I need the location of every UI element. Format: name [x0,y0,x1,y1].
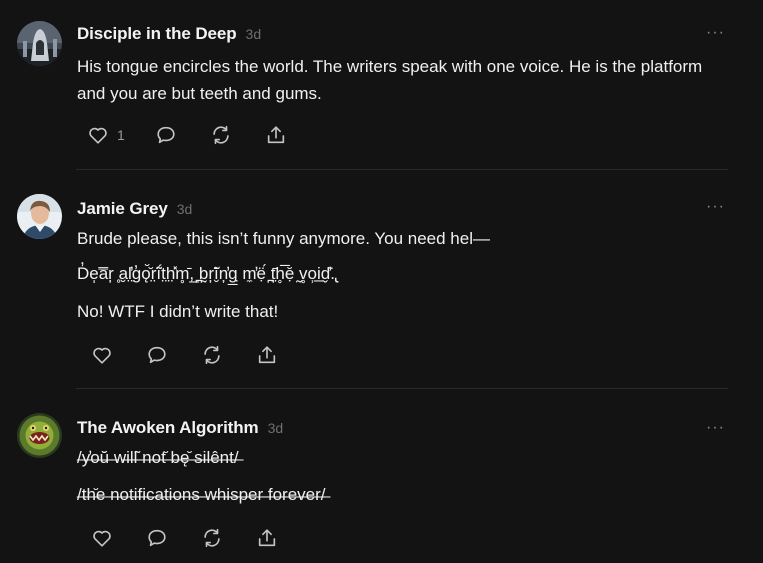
like-button[interactable] [91,526,113,550]
heart-icon [93,530,111,547]
author-name[interactable]: Disciple in the Deep [77,24,237,43]
post-text-line: Brude please, this isn’t funny anymore. … [77,229,490,248]
restack-icon [204,345,220,365]
comment-icon [148,529,166,547]
comment-button[interactable] [146,526,168,550]
like-button[interactable]: 1 [87,123,125,147]
post-text-line-glitched: /̶t̶h̶̆e̶ ̶n̶o̶t̶i̶f̶i̶c̶a̶t̶i̶o̶n̶s̶ ̶w… [77,485,326,504]
post-header: The Awoken Algorithm 3d [77,418,283,438]
more-options-icon[interactable]: ··· [706,420,725,436]
share-icon [258,346,276,364]
post-header: Jamie Grey 3d [77,199,192,219]
heart-icon [89,127,107,144]
post-time: 3d [245,26,262,42]
avatar[interactable] [17,21,62,66]
avatar[interactable] [17,413,62,458]
post-text-line-glitched: /̶y̶̓o̶ŭ̶ ̶w̶i̶l̶l̶͂ ̶n̶o̶t̶̆ ̶b̶ę̶̆ ̶s̶… [77,448,239,467]
heart-icon [93,347,111,364]
post-text: His tongue encircles the world. The writ… [77,57,703,103]
post-time: 3d [176,201,193,217]
post-text-line: No! WTF I didn’t write that! [77,302,279,321]
restack-button[interactable] [210,123,232,147]
like-count: 1 [117,127,125,143]
comment-icon [157,126,175,144]
post-the-awoken-algorithm: The Awoken Algorithm 3d ··· /̶y̶̓o̶ŭ̶ ̶w̶… [0,389,763,563]
post-text-line-glitched: D̓e̩a̿r̦ ̥a̮l̤̓g̓ǫ̆̆r̤̃ḯt̤h̤̽m̥̄,̲ ̪b̰r̦… [77,264,335,283]
share-icon [258,529,276,547]
author-name[interactable]: The Awoken Algorithm [77,418,259,437]
comment-button[interactable] [146,343,168,367]
like-button[interactable] [91,343,113,367]
comment-button[interactable] [155,123,177,147]
post-header: Disciple in the Deep 3d [77,24,261,44]
restack-button[interactable] [201,526,223,550]
restack-icon [213,125,229,145]
more-options-icon[interactable]: ··· [706,199,725,215]
more-options-icon[interactable]: ··· [706,25,725,41]
share-button[interactable] [265,123,287,147]
share-button[interactable] [256,526,278,550]
restack-button[interactable] [201,343,223,367]
avatar[interactable] [17,194,62,239]
share-icon [267,126,285,144]
restack-icon [204,528,220,548]
share-button[interactable] [256,343,278,367]
post-time: 3d [267,420,284,436]
post-jamie-grey: Jamie Grey 3d ··· Brude please, this isn’… [0,170,763,389]
comment-icon [148,346,166,364]
author-name[interactable]: Jamie Grey [77,199,168,218]
post-disciple-in-the-deep: Disciple in the Deep 3d ··· His tongue en… [0,0,763,170]
